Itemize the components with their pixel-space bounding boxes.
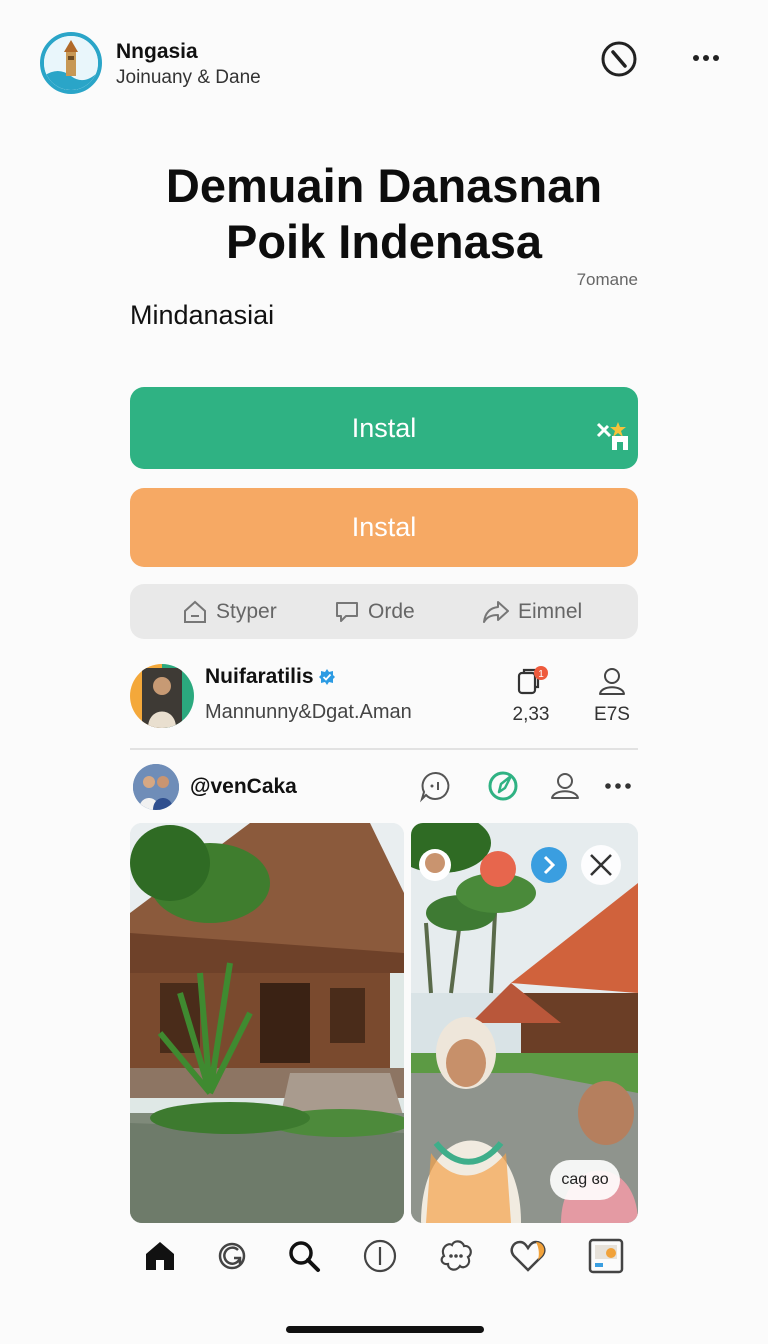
info-icon[interactable]	[360, 1236, 400, 1276]
person-icon	[599, 668, 625, 695]
more-options-icon[interactable]	[688, 46, 724, 70]
action-styper-label: Styper	[216, 599, 277, 623]
stat-badge: 1	[538, 669, 544, 680]
app-subtitle: Joinuany & Dane	[116, 67, 261, 88]
profile-handle: Mannunny&Dgat.Aman	[205, 701, 412, 723]
meta-label: 7omane	[576, 270, 638, 289]
heart-icon[interactable]	[508, 1236, 548, 1276]
stat-followers[interactable]: E7S	[584, 665, 640, 726]
block-icon[interactable]	[600, 40, 638, 78]
post-avatar[interactable]	[133, 764, 179, 810]
compass-icon[interactable]	[485, 768, 521, 804]
person-icon[interactable]	[547, 768, 583, 804]
action-styper[interactable]: Styper	[182, 584, 277, 639]
home-icon[interactable]	[140, 1236, 180, 1276]
gallery-icon[interactable]	[586, 1236, 626, 1276]
action-orde-label: Orde	[368, 599, 415, 623]
app-logo	[40, 32, 102, 94]
title-line-1: Demuain Danasnan	[165, 159, 603, 212]
action-orde[interactable]: Orde	[334, 584, 415, 639]
section-label: Mindanasiai	[130, 300, 275, 330]
install-primary-label: Instal	[351, 413, 417, 443]
install-primary-button[interactable]: Instal	[130, 387, 638, 469]
action-eimnel-label: Eimnel	[518, 599, 583, 623]
title-line-2: Poik Indenasa	[225, 215, 543, 268]
stat-copies-value: 2,33	[512, 704, 550, 725]
stat-copies[interactable]: 1 2,33	[504, 665, 558, 726]
profile-name[interactable]: Nuifaratilis	[205, 665, 336, 689]
divider	[130, 748, 638, 750]
more-icon[interactable]	[600, 768, 636, 804]
install-secondary-button[interactable]: Instal	[130, 488, 638, 567]
copy-icon: 1	[517, 666, 548, 695]
comment-icon[interactable]	[418, 768, 454, 804]
verified-badge-icon	[318, 669, 335, 685]
home-indicator[interactable]	[286, 1326, 484, 1333]
refresh-icon[interactable]	[212, 1236, 252, 1276]
page-title: Demuain Danasnan Poik Indenasa	[84, 158, 684, 270]
stat-followers-value: E7S	[594, 704, 630, 725]
action-eimnel[interactable]: Eimnel	[482, 584, 582, 639]
action-bar: Styper Orde Eimnel	[130, 584, 638, 639]
profile-name-text: Nuifaratilis	[205, 665, 314, 688]
chat-bubble-icon	[336, 601, 358, 622]
home-outline-icon	[184, 600, 206, 623]
app-name: Nngasia	[116, 40, 198, 63]
share-arrow-icon	[483, 600, 509, 623]
home-star-icon	[596, 416, 632, 452]
caption-chip[interactable]: cag ɞo	[550, 1160, 620, 1200]
post-username[interactable]: @venCaka	[190, 775, 297, 799]
install-secondary-label: Instal	[351, 512, 417, 542]
community-icon[interactable]	[436, 1236, 476, 1276]
search-icon[interactable]	[284, 1236, 324, 1276]
profile-avatar[interactable]	[130, 664, 194, 728]
post-photo-left[interactable]	[130, 823, 404, 1223]
